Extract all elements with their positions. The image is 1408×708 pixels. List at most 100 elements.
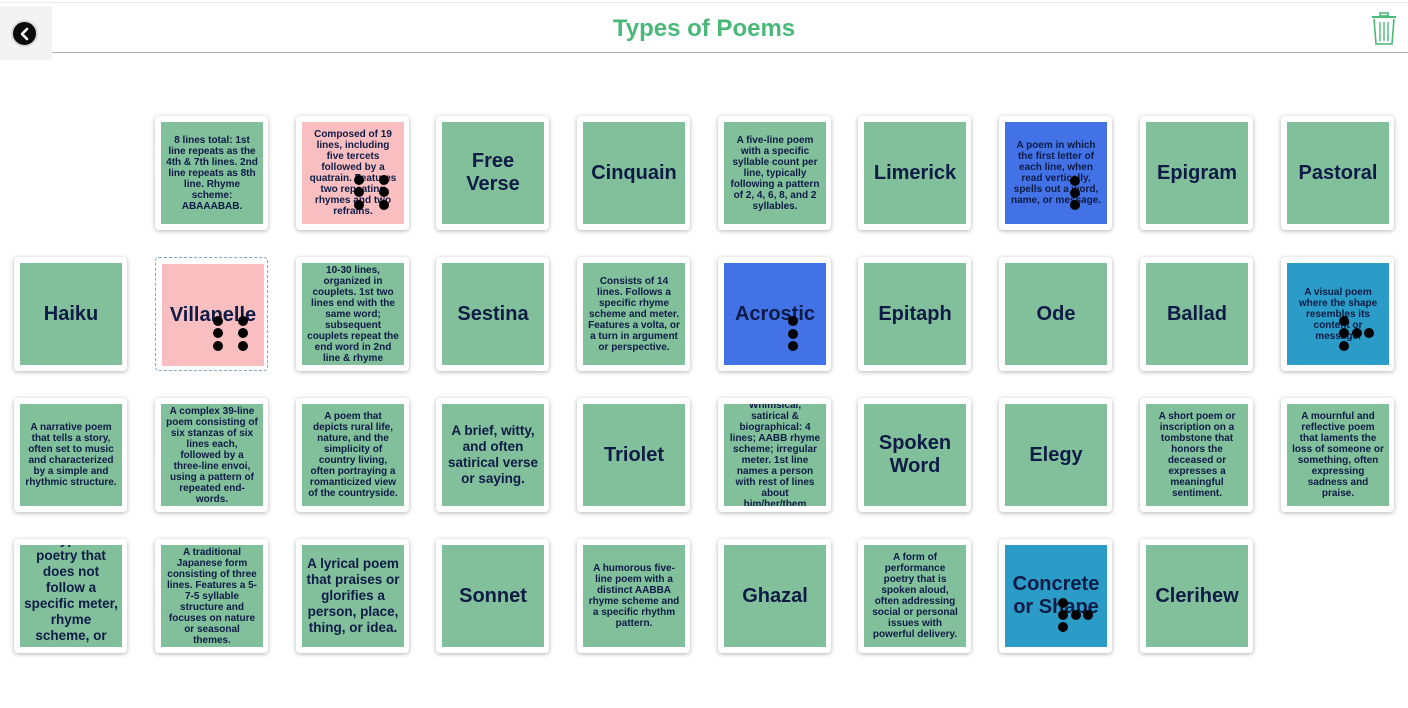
- drag-handle-dot: [1339, 316, 1349, 326]
- poem-card[interactable]: A visual poem where the shape resembles …: [1281, 257, 1394, 371]
- poem-card[interactable]: Free Verse: [436, 116, 549, 230]
- poem-card[interactable]: Ballad: [1140, 257, 1253, 371]
- poem-card[interactable]: A narrative poem that tells a story, oft…: [14, 398, 127, 512]
- poem-card[interactable]: 8 lines total: 1st line repeats as the 4…: [155, 116, 268, 230]
- poem-card-text: Sonnet: [442, 545, 544, 647]
- poem-card[interactable]: Sonnet: [436, 539, 549, 653]
- poem-card[interactable]: A poem that depicts rural life, nature, …: [296, 398, 409, 512]
- poem-card[interactable]: Epigram: [1140, 116, 1253, 230]
- poem-card[interactable]: A mournful and reflective poem that lame…: [1281, 398, 1394, 512]
- poem-card-text: A mournful and reflective poem that lame…: [1287, 404, 1389, 506]
- poem-card[interactable]: Spoken Word: [858, 398, 971, 512]
- drag-handle-dot: [1070, 188, 1080, 198]
- poem-card[interactable]: Triolet: [577, 398, 690, 512]
- poem-card[interactable]: Sestina: [436, 257, 549, 371]
- drag-handle-dot: [213, 316, 223, 326]
- poem-card[interactable]: Whimsical, satirical & biographical: 4 l…: [718, 398, 831, 512]
- poem-card-text: Haiku: [20, 263, 122, 365]
- drag-handle-dot: [788, 316, 798, 326]
- poem-card[interactable]: Ghazal: [718, 539, 831, 653]
- poem-card[interactable]: Composed of 19 lines, including five ter…: [296, 116, 409, 230]
- poem-card-text: Concrete or Shape: [1005, 545, 1107, 647]
- poem-card[interactable]: Cinquain: [577, 116, 690, 230]
- poem-card[interactable]: Elegy: [999, 398, 1112, 512]
- poem-card-text: Epitaph: [864, 263, 966, 365]
- poem-card[interactable]: Epitaph: [858, 257, 971, 371]
- poem-card-text: Ballad: [1146, 263, 1248, 365]
- drag-handle-dot: [354, 187, 364, 197]
- poem-card-text: A five-line poem with a specific syllabl…: [724, 122, 826, 224]
- poem-card[interactable]: A short poem or inscription on a tombsto…: [1140, 398, 1253, 512]
- poem-card-text: Composed of 19 lines, including five ter…: [302, 122, 404, 224]
- poem-card[interactable]: A complex 39-line poem consisting of six…: [155, 398, 268, 512]
- poem-card-text: Whimsical, satirical & biographical: 4 l…: [724, 404, 826, 506]
- poem-card[interactable]: Limerick: [858, 116, 971, 230]
- poem-card-text: Consists of 14 lines. Follows a specific…: [583, 263, 685, 365]
- drag-handle-dot: [788, 341, 798, 351]
- drag-handle-dot: [1339, 341, 1349, 351]
- poem-card[interactable]: A brief, witty, and often satirical vers…: [436, 398, 549, 512]
- drag-handle-dot: [379, 200, 389, 210]
- drag-handle-dot: [1364, 328, 1374, 338]
- poem-card[interactable]: A five-line poem with a specific syllabl…: [718, 116, 831, 230]
- poem-card[interactable]: A form of performance poetry that is spo…: [858, 539, 971, 653]
- poem-card[interactable]: Acrostic: [718, 257, 831, 371]
- poem-card-text: Limerick: [864, 122, 966, 224]
- poem-card[interactable]: Concrete or Shape: [999, 539, 1112, 653]
- poem-card-text: A humorous five-line poem with a distinc…: [583, 545, 685, 647]
- drag-handle-dot: [1352, 328, 1362, 338]
- poem-card-text: 8 lines total: 1st line repeats as the 4…: [161, 122, 263, 224]
- poem-card[interactable]: Villanelle: [155, 257, 268, 371]
- poem-card-text: Acrostic: [724, 263, 826, 365]
- drag-handle-dot: [1070, 176, 1080, 186]
- poem-card-text: Ode: [1005, 263, 1107, 365]
- drag-handle-dot: [1058, 610, 1068, 620]
- poem-card-text: A poem that depicts rural life, nature, …: [302, 404, 404, 506]
- poem-card[interactable]: Clerihew: [1140, 539, 1253, 653]
- poem-card-text: Triolet: [583, 404, 685, 506]
- drag-handle-dot: [379, 175, 389, 185]
- poem-card-text: Epigram: [1146, 122, 1248, 224]
- poem-card-text: A form of performance poetry that is spo…: [864, 545, 966, 647]
- poem-card[interactable]: A type of poetry that does not follow a …: [14, 539, 127, 653]
- drag-handle-dot: [379, 187, 389, 197]
- poem-card-text: A short poem or inscription on a tombsto…: [1146, 404, 1248, 506]
- drag-handle-dot: [213, 341, 223, 351]
- poem-card-text: Sestina: [442, 263, 544, 365]
- poem-card-text: Clerihew: [1146, 545, 1248, 647]
- trash-button[interactable]: [1371, 12, 1397, 46]
- poem-card-text: A brief, witty, and often satirical vers…: [442, 404, 544, 506]
- poem-card[interactable]: A poem in which the first letter of each…: [999, 116, 1112, 230]
- poem-card-text: A poem in which the first letter of each…: [1005, 122, 1107, 224]
- poem-card-text: A lyrical poem that praises or glorifies…: [302, 545, 404, 647]
- top-bar: Types of Poems: [0, 2, 1408, 60]
- drag-handle-dot: [788, 329, 798, 339]
- poem-card[interactable]: Haiku: [14, 257, 127, 371]
- trash-icon: [1372, 12, 1396, 45]
- drag-handle-dot: [1070, 200, 1080, 210]
- poem-card[interactable]: Consists of 14 lines. Follows a specific…: [577, 257, 690, 371]
- drag-handle-dot: [1339, 328, 1349, 338]
- poem-card-text: Villanelle: [162, 264, 264, 366]
- poem-card-text: A narrative poem that tells a story, oft…: [20, 404, 122, 506]
- poem-card-text: Ghazal: [724, 545, 826, 647]
- poem-card[interactable]: Pastoral: [1281, 116, 1394, 230]
- poem-card[interactable]: Ode: [999, 257, 1112, 371]
- drag-handle-dot: [238, 328, 248, 338]
- drag-handle-dot: [1058, 622, 1068, 632]
- drag-handle-dot: [238, 341, 248, 351]
- poem-card[interactable]: A humorous five-line poem with a distinc…: [577, 539, 690, 653]
- poem-card-text: Elegy: [1005, 404, 1107, 506]
- poem-card[interactable]: A lyrical poem that praises or glorifies…: [296, 539, 409, 653]
- poem-card[interactable]: 10-30 lines, organized in couplets. 1st …: [296, 257, 409, 371]
- drag-handle-dot: [238, 316, 248, 326]
- poem-card-text: A traditional Japanese form consisting o…: [161, 545, 263, 647]
- poem-card-text: A type of poetry that does not follow a …: [20, 545, 122, 647]
- poem-card-text: Pastoral: [1287, 122, 1389, 224]
- poem-card-text: Free Verse: [442, 122, 544, 224]
- poem-card-text: Cinquain: [583, 122, 685, 224]
- drag-handle-dot: [1083, 610, 1093, 620]
- poem-card-text: 10-30 lines, organized in couplets. 1st …: [302, 263, 404, 365]
- poem-card[interactable]: A traditional Japanese form consisting o…: [155, 539, 268, 653]
- poem-card-text: A visual poem where the shape resembles …: [1287, 263, 1389, 365]
